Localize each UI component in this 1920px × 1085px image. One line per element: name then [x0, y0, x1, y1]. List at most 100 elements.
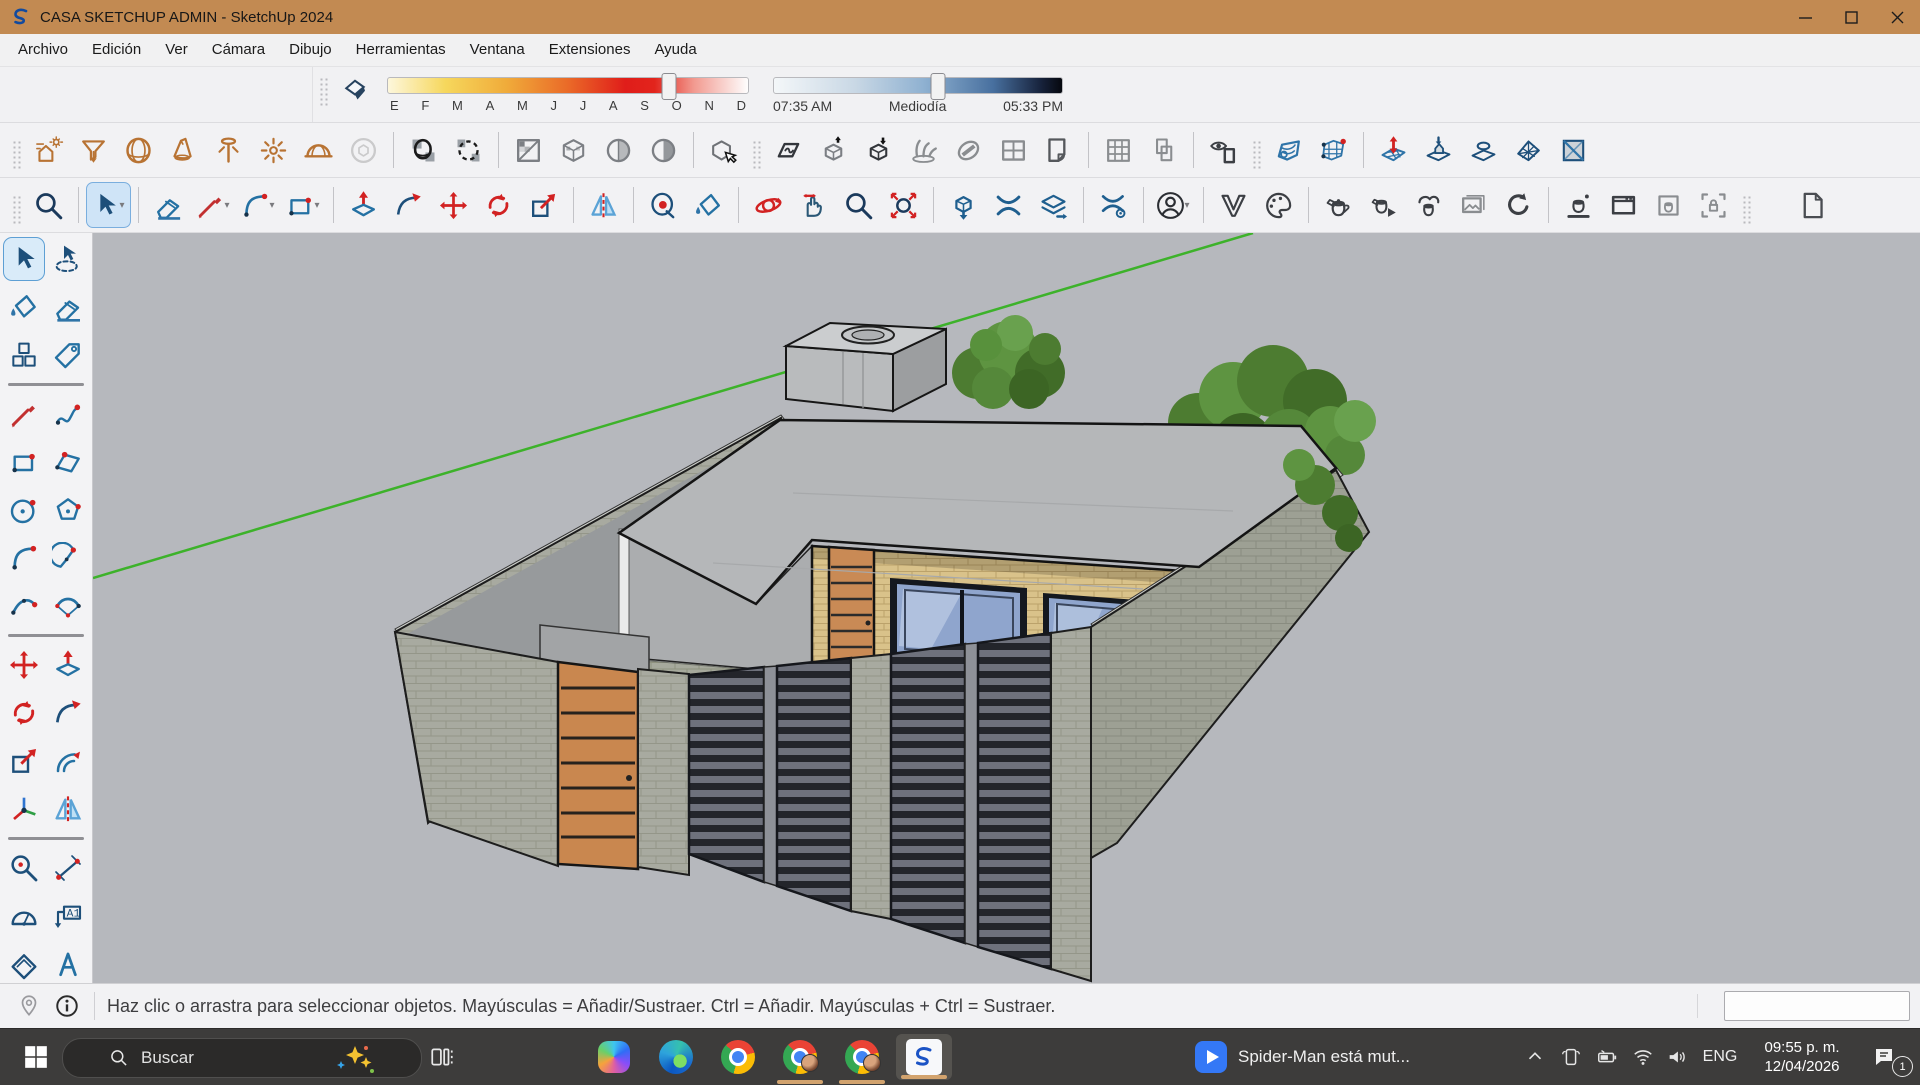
- side-door[interactable]: [558, 662, 638, 869]
- toolbar-grip[interactable]: [12, 195, 22, 225]
- dropdown-arrow-icon[interactable]: ▾: [312, 200, 322, 211]
- chrome-profile-1-button[interactable]: [778, 1029, 822, 1085]
- two-point-arc-icon[interactable]: [3, 536, 45, 580]
- flatten-icon[interactable]: [986, 182, 1031, 228]
- orbit-icon[interactable]: [746, 182, 791, 228]
- rotate-icon[interactable]: [3, 691, 45, 735]
- push-pull-icon[interactable]: [341, 182, 386, 228]
- start-button[interactable]: [14, 1029, 58, 1085]
- line-tool-icon[interactable]: ▾: [191, 182, 236, 228]
- checker-sphere-icon[interactable]: [596, 127, 641, 173]
- freehand-tool-icon[interactable]: [47, 392, 89, 436]
- grid-panel-icon[interactable]: [1096, 127, 1141, 173]
- ies-light-icon[interactable]: [206, 127, 251, 173]
- vray-decal-icon[interactable]: [946, 127, 991, 173]
- dropdown-arrow-icon[interactable]: ▾: [267, 200, 277, 211]
- omni-light-icon[interactable]: [251, 127, 296, 173]
- sandbox-smoove-icon[interactable]: [1371, 127, 1416, 173]
- components-icon[interactable]: [3, 333, 45, 377]
- measurements-input[interactable]: [1724, 991, 1910, 1021]
- eraser-icon[interactable]: [47, 285, 89, 329]
- arc-tool-icon[interactable]: ▾: [236, 182, 281, 228]
- month-slider-track[interactable]: [387, 77, 749, 94]
- polygon-tool-icon[interactable]: [47, 488, 89, 532]
- sandbox-flip-edge-icon[interactable]: [1551, 127, 1596, 173]
- shadow-dialog-button[interactable]: [333, 70, 377, 114]
- time-slider-handle[interactable]: [931, 73, 946, 100]
- wifi-icon[interactable]: [1626, 1029, 1660, 1085]
- mesh-light-icon[interactable]: [341, 127, 386, 173]
- model-viewport[interactable]: [93, 233, 1920, 983]
- paint-bucket-icon[interactable]: [3, 285, 45, 329]
- render-cloud-icon[interactable]: [1406, 182, 1451, 228]
- line-tool-icon[interactable]: [3, 392, 45, 436]
- frames-icon[interactable]: [1141, 127, 1186, 173]
- asset-editor-icon[interactable]: [1256, 182, 1301, 228]
- select-tool-icon[interactable]: [3, 237, 45, 281]
- proxy-export-icon[interactable]: [811, 127, 856, 173]
- section-plane-icon[interactable]: [3, 942, 45, 983]
- pan-icon[interactable]: [791, 182, 836, 228]
- new-document-icon[interactable]: [1790, 182, 1835, 228]
- visibility-eye-icon[interactable]: [1201, 127, 1246, 173]
- infinite-plane-icon[interactable]: [401, 127, 446, 173]
- page-flip-icon[interactable]: [1036, 127, 1081, 173]
- flip-icon[interactable]: [581, 182, 626, 228]
- menu-dibujo[interactable]: Dibujo: [277, 34, 344, 66]
- menu-ver[interactable]: Ver: [153, 34, 200, 66]
- viewport-render-icon[interactable]: [1556, 182, 1601, 228]
- rotated-rectangle-icon[interactable]: [47, 440, 89, 484]
- battery-icon[interactable]: [1590, 1029, 1624, 1085]
- eraser-tool-icon[interactable]: [146, 182, 191, 228]
- enmesh-icon[interactable]: [991, 127, 1036, 173]
- sandbox-add-detail-icon[interactable]: [1506, 127, 1551, 173]
- tag-icon[interactable]: [47, 333, 89, 377]
- copilot-button[interactable]: [592, 1029, 636, 1085]
- vray-logo-icon[interactable]: [1211, 182, 1256, 228]
- sandbox-from-scratch-icon[interactable]: [1311, 127, 1356, 173]
- maximize-button[interactable]: [1828, 0, 1874, 34]
- dimensions-icon[interactable]: [47, 846, 89, 890]
- render-lock-icon[interactable]: [1691, 182, 1736, 228]
- menu-ayuda[interactable]: Ayuda: [642, 34, 708, 66]
- export-layers-icon[interactable]: [1031, 182, 1076, 228]
- vfb-window-icon[interactable]: [1601, 182, 1646, 228]
- taskbar-clock[interactable]: 09:55 p. m. 12/04/2026: [1748, 1029, 1856, 1085]
- menu-extensiones[interactable]: Extensiones: [537, 34, 643, 66]
- dome-light-icon[interactable]: [296, 127, 341, 173]
- move-icon[interactable]: [431, 182, 476, 228]
- three-point-arc-icon[interactable]: [3, 584, 45, 628]
- import-geometry-icon[interactable]: [941, 182, 986, 228]
- month-slider-handle[interactable]: [661, 73, 676, 100]
- media-title[interactable]: Spider-Man está mut...: [1238, 1029, 1410, 1085]
- paint-bucket-icon[interactable]: [686, 182, 731, 228]
- render-interactive-icon[interactable]: [1361, 182, 1406, 228]
- time-slider-track[interactable]: [773, 77, 1063, 94]
- zoom-icon[interactable]: [836, 182, 881, 228]
- rectangle-tool-icon[interactable]: [3, 440, 45, 484]
- follow-me-icon[interactable]: [47, 691, 89, 735]
- metal-gate-2[interactable]: [777, 658, 851, 911]
- model-canvas[interactable]: [93, 233, 1920, 983]
- rectangle-light-icon[interactable]: [71, 127, 116, 173]
- close-button[interactable]: [1874, 0, 1920, 34]
- offset-icon[interactable]: [47, 739, 89, 783]
- zoom-extents-icon[interactable]: [881, 182, 926, 228]
- media-play-button[interactable]: [1194, 1029, 1228, 1085]
- move-icon[interactable]: [3, 643, 45, 687]
- arc-from-points-icon[interactable]: [47, 584, 89, 628]
- rotate-icon[interactable]: [476, 182, 521, 228]
- lightgen-icon[interactable]: [26, 127, 71, 173]
- gate-frame-1[interactable]: [764, 666, 777, 886]
- clipper-icon[interactable]: [446, 127, 491, 173]
- text-tool-icon[interactable]: A1: [47, 894, 89, 938]
- sandbox-stamp-icon[interactable]: [1416, 127, 1461, 173]
- scale-icon[interactable]: [521, 182, 566, 228]
- sandbox-from-contours-icon[interactable]: [1266, 127, 1311, 173]
- vray-fur-icon[interactable]: [901, 127, 946, 173]
- pick-object-icon[interactable]: [701, 127, 746, 173]
- sandbox-drape-icon[interactable]: [1461, 127, 1506, 173]
- metal-gate-4[interactable]: [978, 633, 1051, 969]
- metal-gate-1[interactable]: [689, 667, 764, 882]
- dropdown-arrow-icon[interactable]: ▾: [117, 200, 127, 211]
